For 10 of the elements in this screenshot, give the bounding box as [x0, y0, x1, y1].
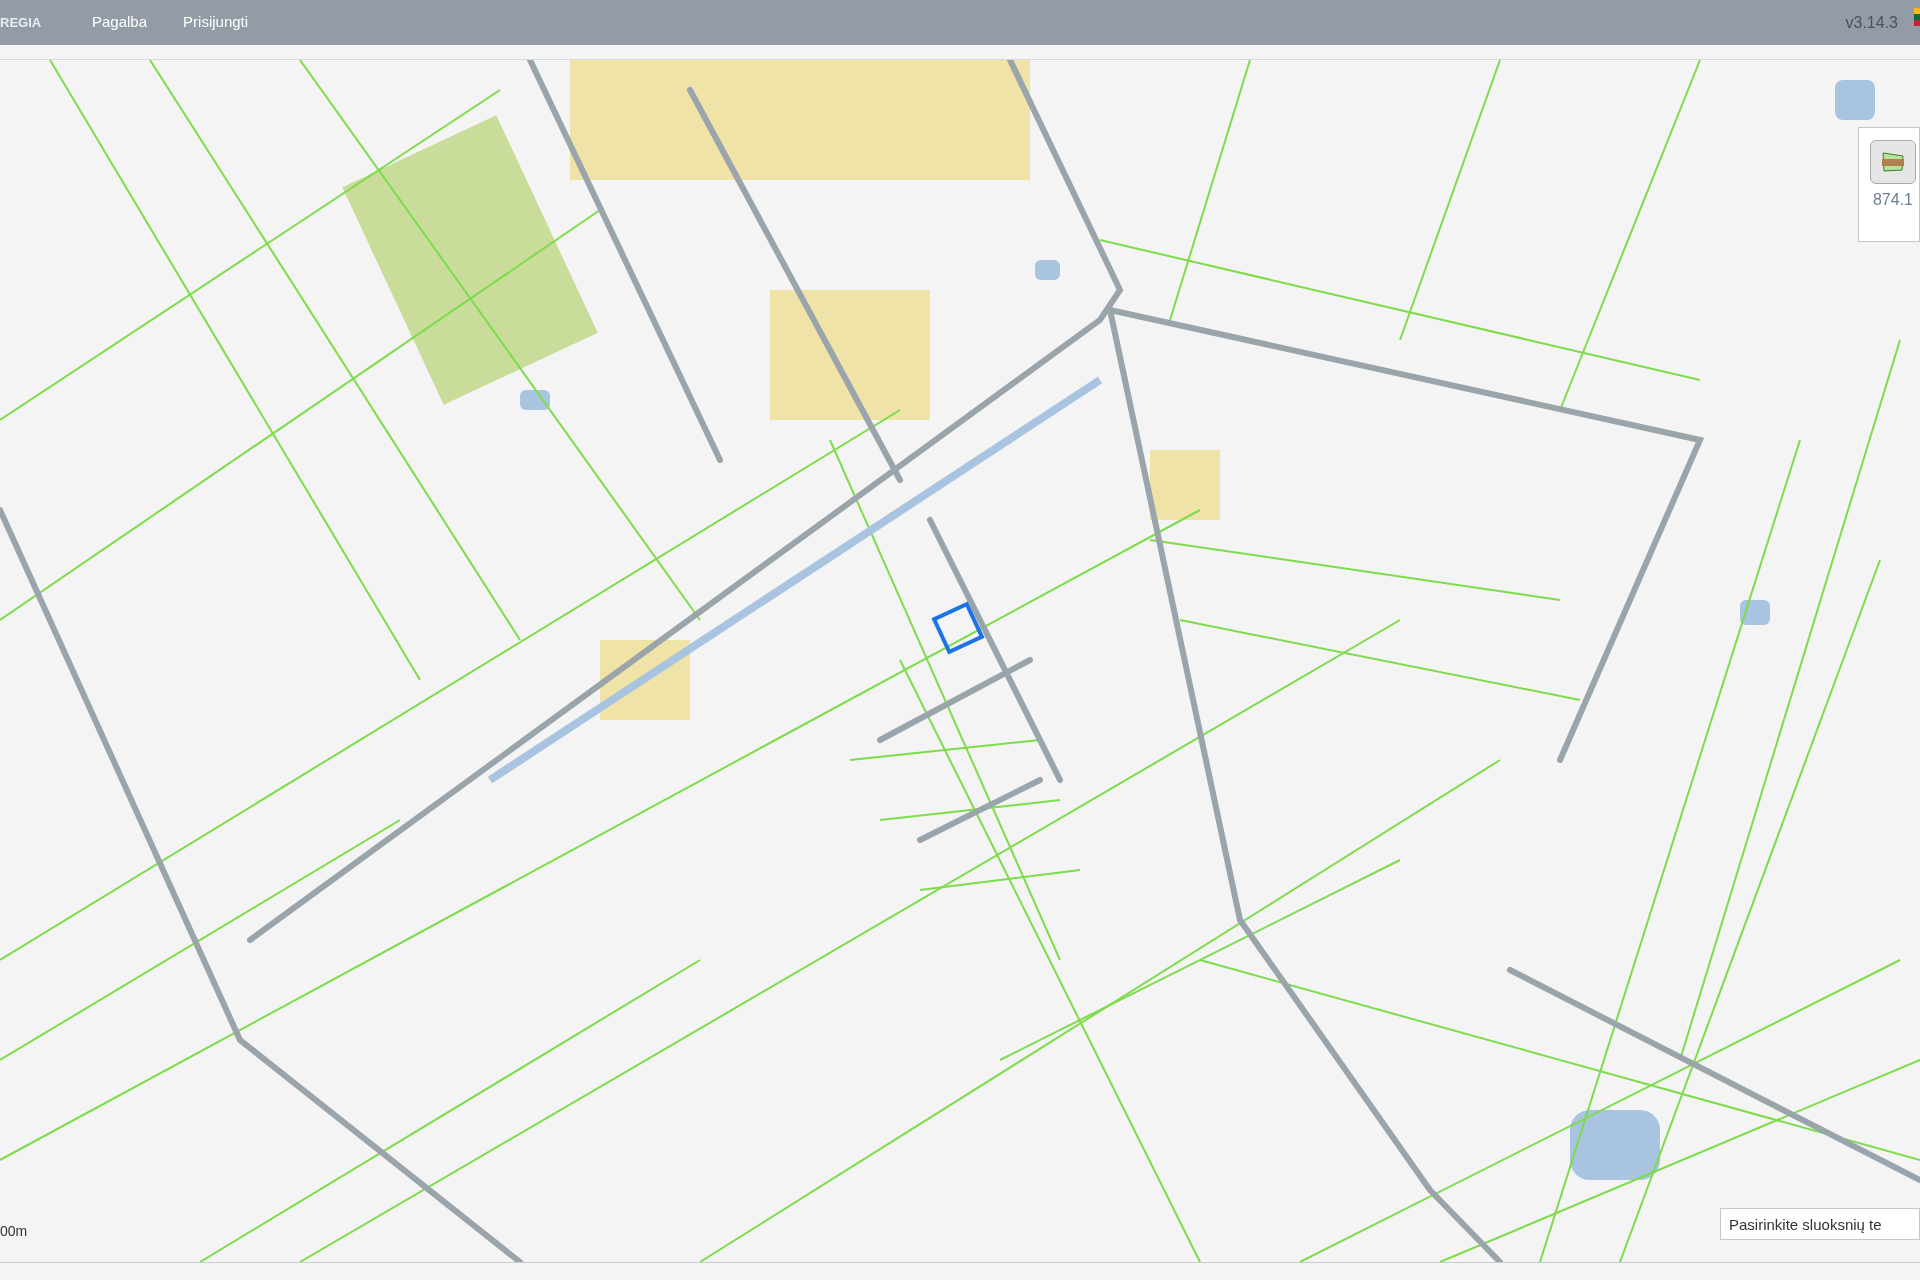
ruler-icon — [1880, 151, 1906, 173]
layer-search-field[interactable]: Pasirinkite sluoksnių te — [1720, 1208, 1920, 1240]
scale-label: 00m — [0, 1222, 28, 1241]
version-label: v3.14.3 — [1845, 12, 1898, 33]
measure-area-button[interactable] — [1870, 140, 1916, 184]
menu-link[interactable]: Pagalba — [92, 11, 148, 34]
flag-icon — [1914, 8, 1920, 26]
menu-link[interactable]: Prisijungti — [183, 11, 249, 34]
measure-reading: 874.1 — [1872, 190, 1913, 210]
app-logo-text: REGIA — [0, 13, 43, 32]
